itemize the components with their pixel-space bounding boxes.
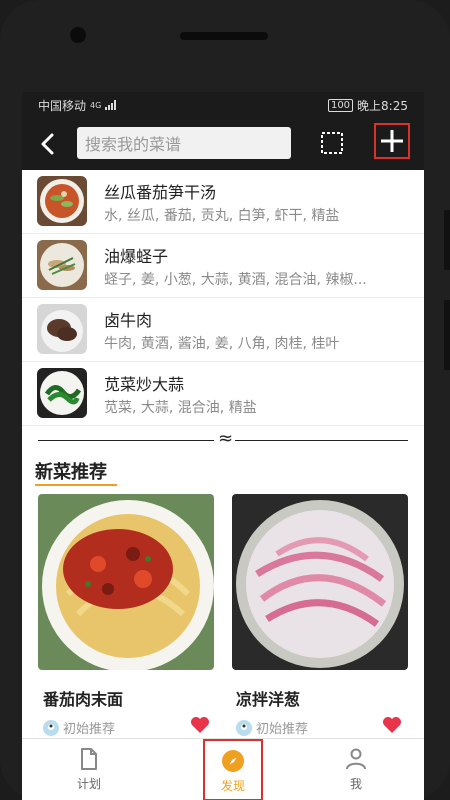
recipe-ingredients: 苋菜, 大蒜, 混合油, 精盐 bbox=[104, 400, 257, 416]
recipe-title: 苋菜炒大蒜 bbox=[104, 375, 185, 394]
multi-select-button[interactable] bbox=[318, 129, 346, 157]
recipe-thumbnail bbox=[37, 368, 87, 418]
tab-label: 发现 bbox=[220, 779, 245, 793]
recipe-ingredients: 蛏子, 姜, 小葱, 大蒜, 黄酒, 混合油, 辣椒... bbox=[104, 272, 367, 288]
back-arrow-icon bbox=[41, 133, 54, 155]
app-screen: 中国移动 4G 100 晚上8:25 搜索我的菜谱 丝瓜番茄笋干汤 水, 丝瓜,… bbox=[22, 92, 424, 800]
recipe-thumbnail bbox=[37, 304, 87, 354]
avatar bbox=[236, 719, 252, 736]
author-name: 初始推荐 bbox=[63, 722, 116, 737]
search-input[interactable]: 搜索我的菜谱 bbox=[77, 127, 291, 159]
section-divider: ≈ bbox=[38, 428, 408, 449]
compass-icon bbox=[222, 750, 244, 772]
dashed-square-icon bbox=[321, 132, 343, 154]
power-button bbox=[444, 300, 450, 370]
recipe-title: 丝瓜番茄笋干汤 bbox=[104, 183, 217, 202]
signal-icon bbox=[105, 100, 117, 110]
wave-icon: ≈ bbox=[216, 428, 236, 449]
avatar bbox=[43, 719, 59, 736]
recipe-ingredients: 水, 丝瓜, 番茄, 贡丸, 白笋, 虾干, 精盐 bbox=[104, 208, 340, 224]
tab-plan[interactable]: 计划 bbox=[59, 739, 119, 800]
clock: 晚上8:25 bbox=[357, 98, 408, 113]
phone-frame: 中国移动 4G 100 晚上8:25 搜索我的菜谱 丝瓜番茄笋干汤 水, 丝瓜,… bbox=[0, 0, 450, 800]
heart-icon[interactable] bbox=[382, 716, 402, 734]
recommend-card-image[interactable] bbox=[232, 494, 408, 670]
plus-icon bbox=[381, 130, 403, 152]
person-icon bbox=[346, 748, 366, 770]
recommend-card-image[interactable] bbox=[38, 494, 214, 670]
tab-discover[interactable]: 发现 bbox=[203, 739, 263, 800]
recipe-thumbnail bbox=[37, 240, 87, 290]
top-toolbar: 搜索我的菜谱 bbox=[22, 118, 424, 170]
volume-button bbox=[444, 210, 450, 270]
back-button[interactable] bbox=[32, 129, 62, 159]
recipe-ingredients: 牛肉, 黄酒, 酱油, 姜, 八角, 肉桂, 桂叶 bbox=[104, 336, 340, 352]
bottom-tab-bar: 计划 发现 我 bbox=[22, 738, 424, 800]
section-underline bbox=[35, 484, 117, 486]
recipe-thumbnail bbox=[37, 176, 87, 226]
document-icon bbox=[81, 748, 97, 770]
list-item[interactable]: 卤牛肉 牛肉, 黄酒, 酱油, 姜, 八角, 肉桂, 桂叶 bbox=[22, 298, 424, 362]
tab-label: 我 bbox=[349, 777, 362, 791]
list-item[interactable]: 丝瓜番茄笋干汤 水, 丝瓜, 番茄, 贡丸, 白笋, 虾干, 精盐 bbox=[22, 170, 424, 234]
heart-icon[interactable] bbox=[190, 716, 210, 734]
add-recipe-button[interactable] bbox=[374, 123, 410, 159]
card-author: 初始推荐 bbox=[43, 718, 115, 737]
list-item[interactable]: 油爆蛏子 蛏子, 姜, 小葱, 大蒜, 黄酒, 混合油, 辣椒... bbox=[22, 234, 424, 298]
section-title: 新菜推荐 bbox=[35, 462, 107, 483]
recipe-title: 油爆蛏子 bbox=[104, 247, 169, 266]
author-name: 初始推荐 bbox=[256, 722, 309, 737]
tab-label: 计划 bbox=[76, 777, 101, 791]
network-type: 4G bbox=[90, 100, 102, 110]
battery-icon: 100 bbox=[327, 98, 354, 112]
earpiece-speaker bbox=[180, 32, 268, 40]
card-title: 番茄肉末面 bbox=[43, 690, 124, 709]
status-bar: 中国移动 4G 100 晚上8:25 bbox=[22, 92, 424, 118]
list-item[interactable]: 苋菜炒大蒜 苋菜, 大蒜, 混合油, 精盐 bbox=[22, 362, 424, 426]
search-placeholder: 搜索我的菜谱 bbox=[85, 135, 182, 154]
carrier-label: 中国移动 bbox=[38, 98, 87, 113]
recipe-title: 卤牛肉 bbox=[104, 311, 153, 330]
card-title: 凉拌洋葱 bbox=[236, 690, 301, 709]
card-author: 初始推荐 bbox=[236, 718, 308, 737]
tab-me[interactable]: 我 bbox=[326, 739, 386, 800]
recipe-list: 丝瓜番茄笋干汤 水, 丝瓜, 番茄, 贡丸, 白笋, 虾干, 精盐 油爆蛏子 蛏… bbox=[22, 170, 424, 426]
front-camera bbox=[70, 27, 86, 43]
